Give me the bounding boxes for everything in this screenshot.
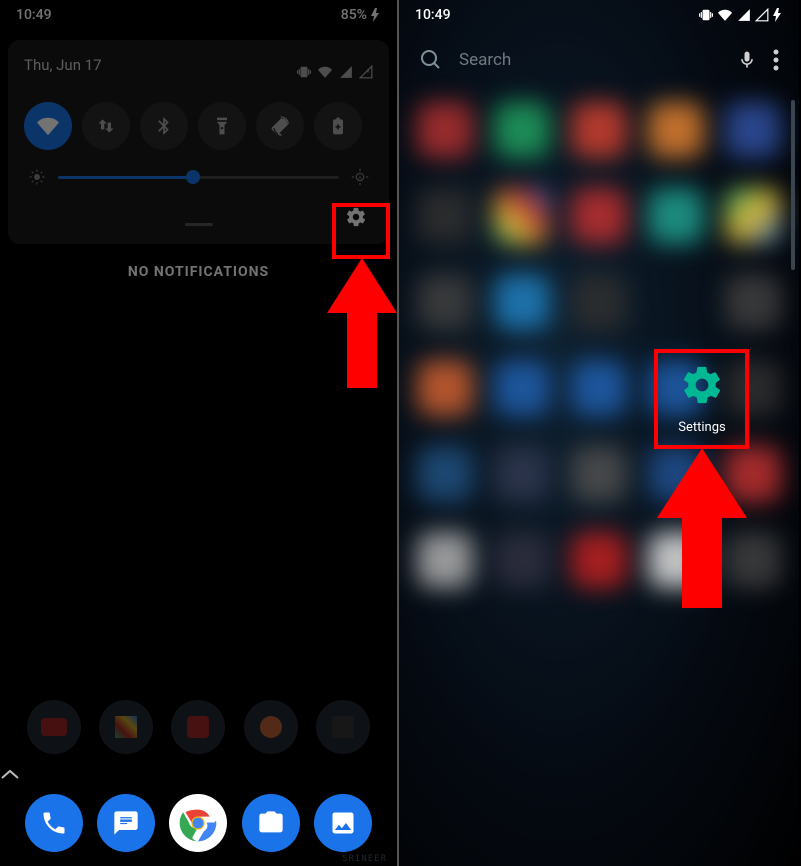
more-button[interactable] — [773, 49, 779, 71]
app-item[interactable] — [494, 274, 550, 330]
highlight-arrow — [657, 448, 747, 608]
recent-app-4[interactable] — [244, 700, 298, 754]
gallery-app[interactable] — [314, 794, 372, 852]
app-item[interactable] — [417, 188, 473, 244]
wifi-icon — [717, 8, 733, 22]
app-item[interactable] — [725, 102, 781, 158]
app-item[interactable] — [494, 360, 550, 416]
app-item[interactable] — [571, 532, 627, 588]
app-item[interactable] — [571, 188, 627, 244]
phone-app[interactable] — [25, 794, 83, 852]
app-item[interactable] — [494, 532, 550, 588]
chevron-up-icon — [0, 768, 20, 780]
search-input[interactable]: Search — [459, 50, 721, 70]
signal-icon — [737, 8, 751, 22]
app-item[interactable] — [648, 188, 704, 244]
recent-app-1[interactable] — [27, 700, 81, 754]
app-item[interactable] — [417, 274, 473, 330]
app-item[interactable] — [494, 102, 550, 158]
signal-icon-x — [755, 8, 769, 22]
app-drawer-handle[interactable] — [0, 768, 397, 780]
more-vert-icon — [773, 49, 779, 71]
app-item[interactable] — [571, 102, 627, 158]
app-item[interactable] — [417, 446, 473, 502]
bolt-icon — [773, 8, 783, 22]
phone-icon — [40, 809, 68, 837]
status-bar: 10:49 — [399, 0, 799, 30]
recent-app-3[interactable] — [171, 700, 225, 754]
app-item[interactable] — [417, 360, 473, 416]
camera-icon — [257, 809, 285, 837]
recent-app-5[interactable] — [316, 700, 370, 754]
search-icon[interactable] — [419, 48, 443, 72]
app-item[interactable] — [494, 188, 550, 244]
chrome-icon — [178, 803, 218, 843]
chrome-app[interactable] — [169, 794, 227, 852]
highlight-arrow — [327, 258, 397, 388]
chat-icon — [112, 809, 140, 837]
app-item[interactable] — [571, 360, 627, 416]
picture-icon — [329, 809, 357, 837]
status-time: 10:49 — [415, 7, 451, 23]
gear-icon — [680, 363, 724, 407]
mic-button[interactable] — [737, 49, 757, 71]
app-item[interactable] — [648, 274, 704, 330]
messages-app[interactable] — [97, 794, 155, 852]
screen-app-drawer: 10:49 Search — [399, 0, 799, 866]
scrollbar[interactable] — [791, 100, 795, 270]
recent-apps-row — [0, 700, 397, 754]
app-item[interactable] — [571, 274, 627, 330]
app-item[interactable] — [417, 102, 473, 158]
camera-app[interactable] — [242, 794, 300, 852]
app-item[interactable] — [494, 446, 550, 502]
app-item[interactable] — [725, 274, 781, 330]
screen-notification-shade: 10:49 85% Thu, Jun 17 x — [0, 0, 399, 866]
settings-label: Settings — [662, 420, 742, 435]
recent-app-2[interactable] — [99, 700, 153, 754]
vibrate-icon — [699, 8, 713, 22]
mic-icon — [737, 49, 757, 71]
app-item[interactable] — [571, 446, 627, 502]
app-item[interactable] — [417, 532, 473, 588]
settings-app[interactable]: Settings — [662, 356, 742, 435]
app-item[interactable] — [725, 188, 781, 244]
app-item[interactable] — [648, 102, 704, 158]
